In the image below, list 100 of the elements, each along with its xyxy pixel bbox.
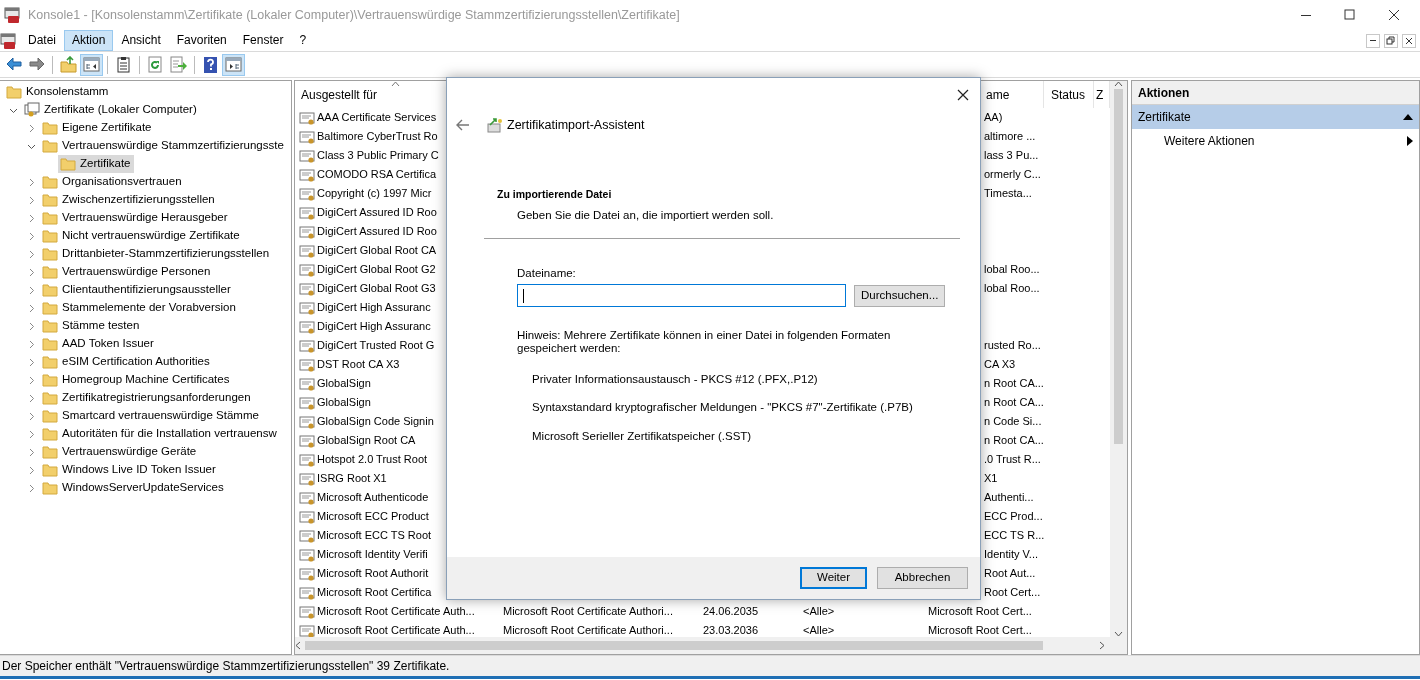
dialog-button[interactable]: Weiter [800,567,867,589]
menu-item[interactable]: Datei [20,30,64,51]
back-button[interactable] [456,119,470,132]
tree-item[interactable]: Zertifikate (Lokaler Computer) [22,101,200,119]
folder-icon [42,246,58,262]
dialog-title: Zertifikatimport-Assistent [507,117,645,134]
menu-item[interactable]: Ansicht [113,30,169,51]
table-cell: Authenti... [984,491,1034,504]
certificate-store-icon [24,102,40,118]
vertical-scrollbar[interactable] [1110,81,1127,637]
action-link[interactable]: Weitere Aktionen [1164,132,1255,150]
minimize-button[interactable] [1366,33,1380,48]
certificate-icon [299,432,315,449]
up-folder-button[interactable] [57,53,80,76]
browse-button[interactable]: Durchsuchen... [854,284,946,307]
tree-item[interactable]: Zertifikate [58,155,134,173]
table-cell: altimore ... [984,130,1036,143]
tree-item[interactable]: Homegroup Machine Certificates [40,371,233,389]
tree-item[interactable]: Nicht vertrauenswürdige Zertifikate [40,227,243,245]
folder-icon [6,84,22,100]
menu-item[interactable]: Favoriten [168,30,235,51]
folder-icon [42,174,58,190]
column-header[interactable]: ame [986,85,1010,104]
tree-item[interactable]: Clientauthentifizierungsaussteller [40,281,234,299]
export-button[interactable] [167,53,190,76]
certificate-icon [299,337,315,354]
tree-item[interactable]: Stämme testen [40,317,143,335]
tree-item[interactable]: Smartcard vertrauenswürdige Stämme [40,407,262,425]
table-cell: n Root CA... [984,377,1044,390]
certificate-icon [299,356,315,373]
menu-item[interactable]: ? [291,30,315,51]
table-cell: n Code Si... [984,415,1042,428]
close-button[interactable] [1402,33,1416,48]
table-cell: AA) [984,111,1003,124]
table-cell-text: GlobalSign [317,376,371,392]
tree-item[interactable]: eSIM Certification Authorities [40,353,213,371]
scroll-thumb[interactable] [305,641,1043,650]
certificate-icon [299,565,315,582]
column-header[interactable]: Status [1051,85,1086,104]
file-name-field[interactable] [517,284,846,307]
folder-icon [42,390,58,406]
close-icon [1388,9,1400,21]
tree-item[interactable]: WindowsServerUpdateServices [40,479,227,497]
scroll-down-icon[interactable] [1114,631,1123,637]
scroll-up-icon[interactable] [1114,81,1123,87]
table-cell-text: Microsoft Root Certificate Auth... [317,604,475,620]
table-cell-text: Microsoft ECC TS Root [317,528,432,544]
menu-item[interactable]: Aktion [64,30,114,51]
table-cell: Microsoft Root Certificate Authori... [503,605,673,618]
section-title: Zu importierende Datei [496,186,613,202]
table-cell-text: Microsoft ECC Product [317,509,429,525]
tree-item[interactable]: Vertrauenswürdige Personen [40,263,214,281]
certificate-icon [299,147,315,164]
tree-item[interactable]: Eigene Zertifikate [40,119,155,137]
tree-item[interactable]: Drittanbieter-Stammzertifizierungsstellen [40,245,273,263]
tree-item[interactable]: Vertrauenswürdige Herausgeber [40,209,231,227]
folder-icon [42,426,58,442]
table-cell: n Root CA... [984,434,1044,447]
tree-item[interactable]: Zertifikatregistrierungsanforderungen [40,389,254,407]
table-cell-text: Microsoft Root Certifica [317,585,432,601]
tree-item[interactable]: Konsolenstamm [4,83,112,101]
submenu-arrow-icon [1407,136,1413,146]
certificate-icon [299,318,315,335]
pane-title: Aktionen [1132,81,1419,105]
table-cell-text: Microsoft Identity Verifi [317,547,428,563]
certificate-icon [299,204,315,221]
certificate-icon [299,223,315,240]
scroll-right-icon[interactable] [1099,641,1105,650]
tree-item[interactable]: Autoritäten für die Installation vertrauensw [40,425,280,443]
scroll-left-icon[interactable] [295,641,301,650]
action-section-header[interactable]: Zertifikate [1132,105,1419,129]
tree-item[interactable]: Vertrauenswürdige Stammzertifizierungsste [40,137,287,155]
column-header[interactable]: Z [1096,85,1104,104]
table-cell-text: Copyright (c) 1997 Micr [317,186,432,202]
table-cell: 24.06.2035 [703,605,759,618]
table-cell: Root Cert... [984,586,1041,599]
action-pane-button[interactable] [222,53,245,76]
show-tree-button[interactable] [80,53,103,76]
table-cell: lobal Roo... [984,282,1040,295]
tree-item[interactable]: Organisationsvertrauen [40,173,185,191]
scroll-thumb[interactable] [1114,89,1123,444]
section-label: Zertifikate [1138,109,1191,126]
table-cell: X1 [984,472,998,485]
table-cell: Timesta... [984,187,1032,200]
dialog-button[interactable]: Abbrechen [877,567,968,589]
table-cell: .0 Trust R... [984,453,1041,466]
tree-item[interactable]: Vertrauenswürdige Geräte [40,443,200,461]
table-cell: ormerly C... [984,168,1041,181]
menu-item[interactable]: Fenster [234,30,292,51]
column-header[interactable]: Ausgestellt für [301,85,378,104]
format-item: Microsoft Serieller Zertifikatspeicher (.SST) [531,428,753,444]
horizontal-scrollbar[interactable] [295,637,1127,654]
tree-item[interactable]: Zwischenzertifizierungsstellen [40,191,218,209]
tree-item[interactable]: Windows Live ID Token Issuer [40,461,219,479]
restore-button[interactable] [1384,33,1398,48]
table-cell-text: Class 3 Public Primary C [317,148,439,164]
table-cell: Root Aut... [984,567,1036,580]
tree-item[interactable]: AAD Token Issuer [40,335,157,353]
tree-item[interactable]: Stammelemente der Vorabversion [40,299,239,317]
app-icon [4,7,20,23]
